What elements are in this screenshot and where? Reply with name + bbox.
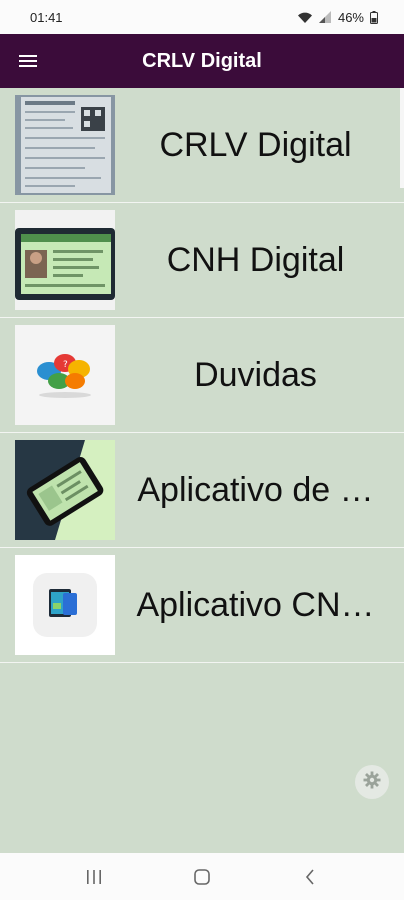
- battery-percent: 46%: [337, 9, 364, 25]
- list-item-aplicativo-de[interactable]: Aplicativo de …: [0, 433, 404, 548]
- settings-button[interactable]: [355, 765, 389, 799]
- status-icons: 46%: [297, 10, 378, 25]
- list-item-aplicativo-cn[interactable]: Aplicativo CN…: [0, 548, 404, 663]
- list-item-label: Aplicativo CN…: [136, 585, 375, 624]
- back-icon[interactable]: [290, 857, 330, 897]
- hamburger-menu-icon[interactable]: [0, 34, 56, 88]
- app-title: CRLV Digital: [142, 49, 262, 72]
- list-item-label: CRLV Digital: [159, 125, 352, 164]
- wifi-icon: [297, 11, 313, 24]
- list-item-cnh-digital[interactable]: CNH Digital: [0, 203, 404, 318]
- scroll-edge: [400, 88, 404, 188]
- app-icon-thumbnail: [15, 555, 115, 655]
- speech-bubbles-thumbnail: ?: [15, 325, 115, 425]
- phone-app-thumbnail: [15, 440, 115, 540]
- list-item-label: CNH Digital: [166, 240, 345, 279]
- list-item-label: Duvidas: [194, 355, 317, 394]
- status-time: 01:41: [30, 9, 63, 25]
- svg-text:?: ?: [63, 360, 68, 370]
- gear-icon: [363, 771, 381, 794]
- signal-icon: [318, 11, 332, 23]
- crlv-document-thumbnail: [15, 95, 115, 195]
- list-item-duvidas[interactable]: ? Duvidas: [0, 318, 404, 433]
- system-nav-bar: [0, 853, 404, 900]
- list-item-crlv-digital[interactable]: CRLV Digital: [0, 88, 404, 203]
- app-bar: CRLV Digital: [0, 34, 404, 88]
- cnh-license-thumbnail: [15, 210, 115, 310]
- list-item-label: Aplicativo de …: [137, 470, 374, 509]
- recents-icon[interactable]: [74, 857, 114, 897]
- battery-icon: [370, 10, 378, 24]
- home-icon[interactable]: [182, 857, 222, 897]
- status-bar: 01:41 46%: [0, 0, 404, 34]
- menu-list: CRLV Digital CNH Digital ? Duvidas Aplic…: [0, 88, 404, 663]
